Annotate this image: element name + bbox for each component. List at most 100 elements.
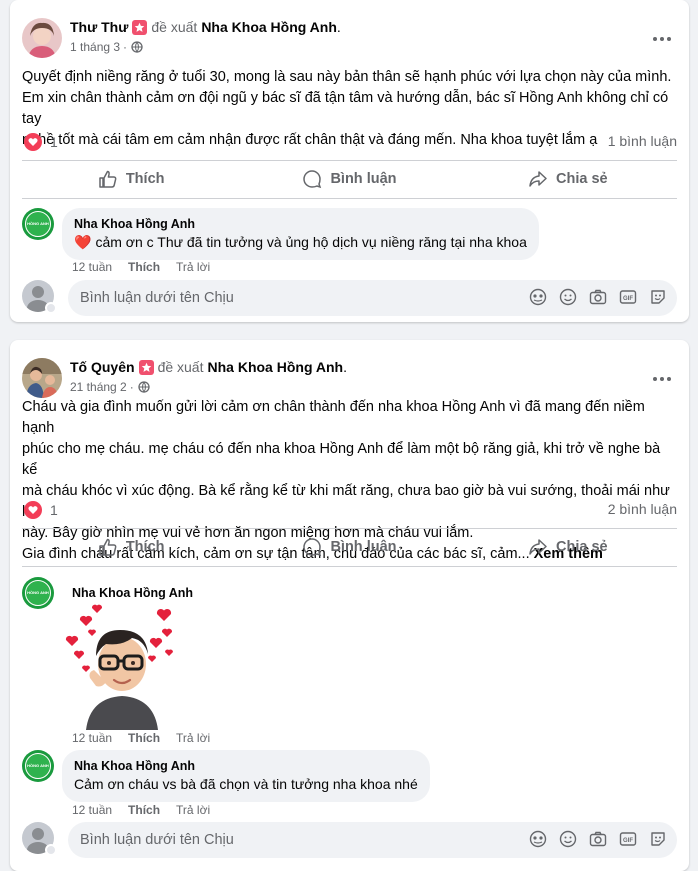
comment-label: Bình luận [330,171,397,187]
emoji-icon[interactable] [559,288,577,306]
share-label: Chia sẻ [556,171,608,187]
share-arrow-icon [529,539,547,555]
share-label: Chia sẻ [556,539,608,555]
top-fan-badge-icon [132,19,148,35]
page-avatar[interactable]: HỒNG ANH [22,208,54,240]
post-header: Tố Quyên đề xuất Nha Khoa Hồng Anh. 21 t… [22,358,347,398]
camera-icon[interactable] [589,288,607,306]
comment-time[interactable]: 12 tuần [72,260,112,274]
commenter-name[interactable]: Nha Khoa Hồng Anh [72,586,193,600]
sticker-icon[interactable] [649,830,667,848]
gif-icon[interactable]: GIF [619,830,637,848]
reaction-summary[interactable]: 1 [24,133,58,151]
comment-reply-button[interactable]: Trả lời [176,803,210,817]
avatar-sticker-icon[interactable] [529,288,547,306]
post-body-line: Cháu và gia đình muốn gửi lời cảm ơn châ… [22,399,645,436]
comment-input[interactable]: Bình luận dưới tên Chịu GIF [68,822,677,858]
gif-icon[interactable]: GIF [619,288,637,306]
post-actions: Thích Bình luận Chia sẻ [22,529,677,565]
comment-bubble: Nha Khoa Hồng Anh Cảm ơn cháu vs bà đã c… [62,750,430,802]
globe-icon [131,41,143,53]
comment-time[interactable]: 12 tuần [72,803,112,817]
comment-actions: 12 tuần Thích Trả lời [72,803,226,817]
camera-icon[interactable] [589,830,607,848]
reaction-count: 1 [50,502,58,518]
comment-time[interactable]: 12 tuần [72,731,112,745]
top-fan-badge-icon [138,359,154,375]
share-button[interactable]: Chia sẻ [459,161,677,197]
suggest-label: đề xuất [157,359,204,375]
commenter-name[interactable]: Nha Khoa Hồng Anh [74,758,418,774]
profile-switch-icon[interactable] [45,302,57,314]
comment-button[interactable]: Bình luận [240,161,458,197]
page-name[interactable]: Nha Khoa Hồng Anh [201,18,337,36]
thumbs-up-icon [99,538,117,556]
post-actions: Thích Bình luận Chia sẻ [22,161,677,197]
love-reaction-icon [24,501,42,519]
post-body-line: nghề tốt mà cái tâm em cảm nhận được rất… [22,132,598,148]
post-time[interactable]: 21 tháng 2 [70,380,127,394]
post-card: Tố Quyên đề xuất Nha Khoa Hồng Anh. 21 t… [10,340,689,871]
like-button[interactable]: Thích [22,161,240,197]
comment-item: HỒNG ANH Nha Khoa Hồng Anh ❤️ cảm ơn c Th… [22,208,539,260]
thumbs-up-icon [99,170,117,188]
page-name[interactable]: Nha Khoa Hồng Anh [208,358,344,376]
heart-emoji-icon: ❤️ [74,234,92,250]
comment-bubble-icon [303,170,322,189]
comment-reply-button[interactable]: Trả lời [176,260,210,274]
post-body-line: Quyết định niềng răng ở tuổi 30, mong là… [22,69,672,85]
suggest-label: đề xuất [151,19,198,35]
comment-like-button[interactable]: Thích [128,803,160,817]
more-options-icon[interactable] [651,28,673,50]
divider [22,566,677,567]
svg-text:GIF: GIF [623,838,633,844]
comment-count[interactable]: 2 bình luận [608,501,677,517]
more-options-icon[interactable] [651,368,673,390]
reaction-summary[interactable]: 1 [24,501,58,519]
post-body-line: Em xin chân thành cảm ơn đội ngũ y bác s… [22,90,669,127]
post-header: Thư Thư đề xuất Nha Khoa Hồng Anh. 1 thá… [22,18,341,58]
commenter-name[interactable]: Nha Khoa Hồng Anh [74,216,527,232]
like-label: Thích [125,171,165,187]
emoji-icon[interactable] [559,830,577,848]
comment-text: Cảm ơn cháu vs bà đã chọn và tin tưởng n… [74,776,418,792]
comment-bubble: Nha Khoa Hồng Anh ❤️ cảm ơn c Thư đã tin … [62,208,539,260]
share-arrow-icon [529,171,547,187]
comment-input-placeholder: Bình luận dưới tên Chịu [80,290,234,306]
share-button[interactable]: Chia sẻ [459,529,677,565]
post-body-line: phúc cho mẹ cháu. mẹ cháu có đến nha kho… [22,441,661,478]
author-name[interactable]: Thư Thư [70,18,128,36]
comment-input-placeholder: Bình luận dưới tên Chịu [80,832,234,848]
author-avatar[interactable] [22,18,62,58]
comment-label: Bình luận [330,539,397,555]
globe-icon [138,381,150,393]
post-time[interactable]: 1 tháng 3 [70,40,120,54]
author-name[interactable]: Tố Quyên [70,358,135,376]
comment-actions: 12 tuần Thích Trả lời [72,731,226,745]
comment-count[interactable]: 1 bình luận [608,133,677,149]
reaction-count: 1 [50,134,58,150]
avatar-sticker-image [62,602,182,730]
comment-item: HỒNG ANH Nha Khoa Hồng Anh Cảm ơn cháu v… [22,750,430,802]
comment-like-button[interactable]: Thích [128,260,160,274]
love-reaction-icon [24,133,42,151]
avatar-sticker-icon[interactable] [529,830,547,848]
comment-input[interactable]: Bình luận dưới tên Chịu GIF [68,280,677,316]
comment-like-button[interactable]: Thích [128,731,160,745]
post-body: Quyết định niềng răng ở tuổi 30, mong là… [22,67,675,151]
page-avatar[interactable]: HỒNG ANH [22,750,54,782]
sticker-icon[interactable] [649,288,667,306]
svg-text:GIF: GIF [623,296,633,302]
comment-reply-button[interactable]: Trả lời [176,731,210,745]
post-body-line: mà cháu khóc vì xúc động. Bà kể rằng kể … [22,483,670,520]
comment-composer: Bình luận dưới tên Chịu GIF [22,822,677,858]
page-avatar[interactable]: HỒNG ANH [22,577,54,609]
comment-composer: Bình luận dưới tên Chịu GIF [22,280,677,316]
post-card: Thư Thư đề xuất Nha Khoa Hồng Anh. 1 thá… [10,0,689,322]
author-avatar[interactable] [22,358,62,398]
profile-switch-icon[interactable] [45,844,57,856]
like-button[interactable]: Thích [22,529,240,565]
comment-bubble-icon [303,538,322,557]
comment-text: cảm ơn c Thư đã tin tưởng và ủng hộ dịch… [95,234,527,250]
comment-button[interactable]: Bình luận [240,529,458,565]
